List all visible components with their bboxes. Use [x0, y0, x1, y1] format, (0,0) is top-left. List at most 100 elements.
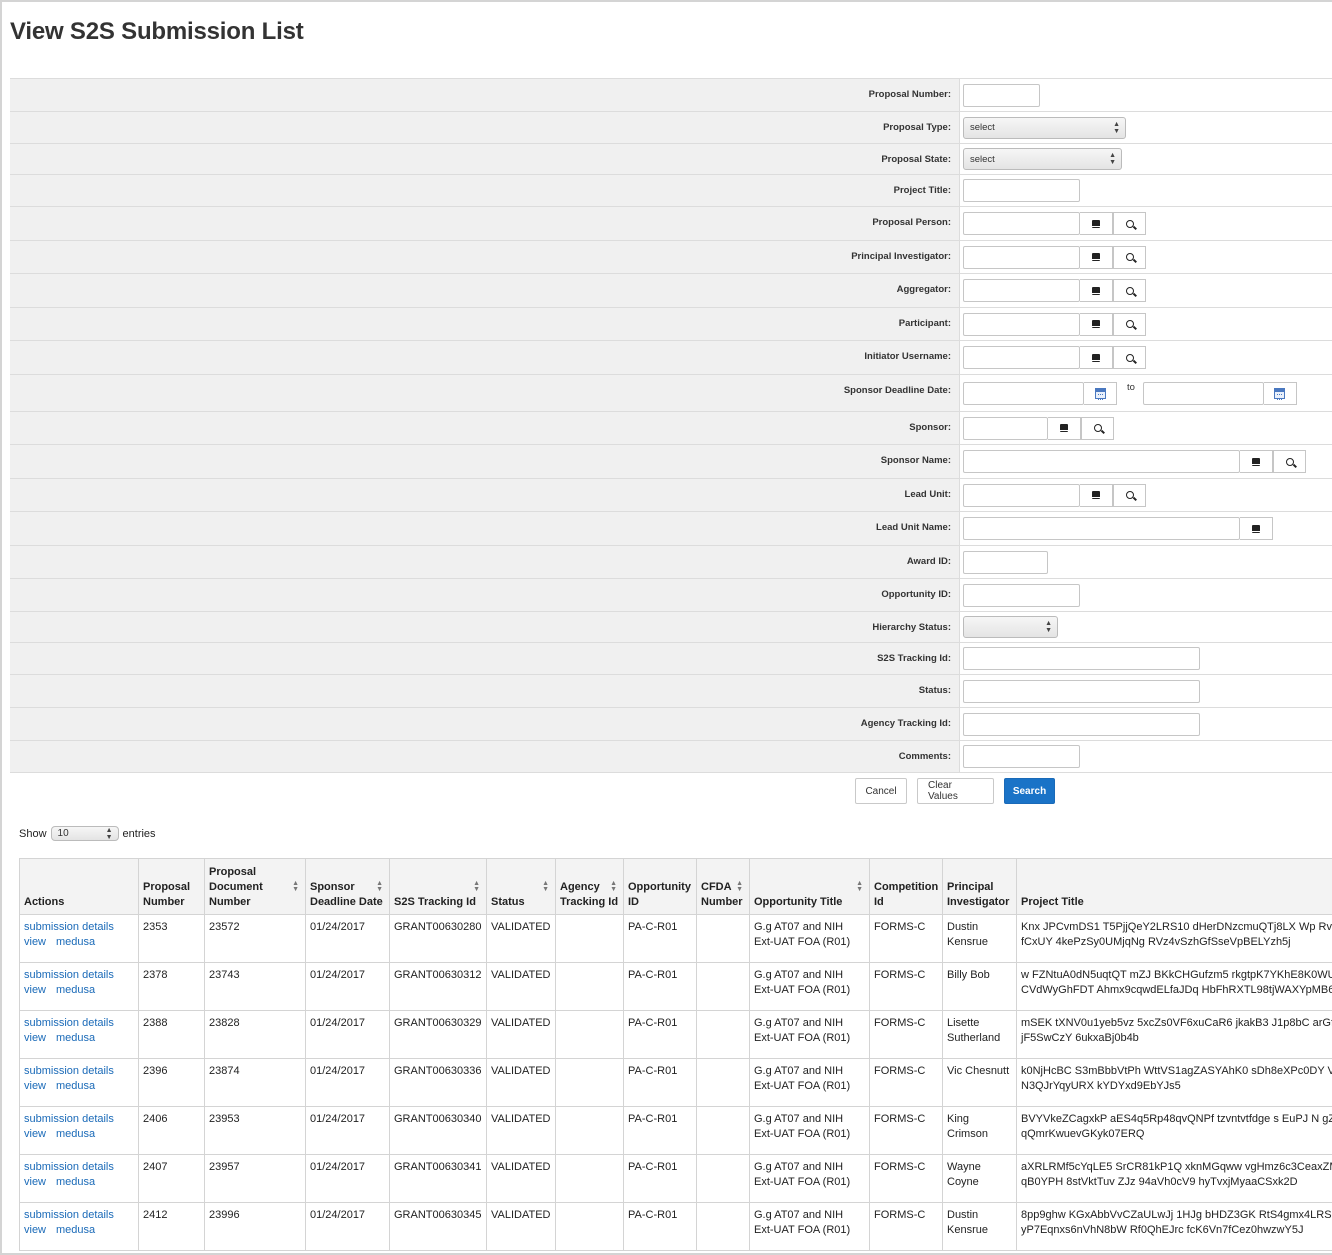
proposal-type-select[interactable]: select ▲ ▼ [963, 116, 1126, 139]
aggregator-input[interactable] [963, 279, 1080, 302]
aggregator-lookup-button[interactable] [1080, 279, 1113, 302]
deadline-from-input[interactable] [963, 381, 1084, 405]
col-principal-investigator[interactable]: Principal Investigator [942, 858, 1017, 915]
view-link[interactable]: view [24, 1032, 46, 1044]
medusa-link[interactable]: medusa [56, 984, 95, 996]
principal-investigator-input[interactable] [963, 245, 1080, 269]
col-proposal-document-number[interactable]: Proposal Document Number ▲ ▼ [204, 858, 306, 915]
aggregator-search-button[interactable] [1113, 279, 1146, 302]
col-sponsor-deadline-date[interactable]: Sponsor Deadline Date ▲ ▼ [305, 858, 390, 915]
lead-unit-name-input[interactable] [963, 517, 1240, 540]
row-proposal-type: Proposal Type: select ▲ ▼ [10, 112, 1332, 144]
view-link[interactable]: view [24, 936, 46, 948]
submission-details-link[interactable]: submission details [24, 921, 114, 933]
select-arrows-icon: ▲ ▼ [105, 826, 113, 841]
search-icon [1125, 320, 1134, 328]
deadline-from-calendar-button[interactable] [1084, 381, 1117, 405]
initiator-username-input[interactable] [963, 346, 1080, 369]
lead-unit-input[interactable] [963, 483, 1080, 507]
search-button[interactable]: Search [1004, 778, 1055, 804]
participant-lookup-button[interactable] [1080, 312, 1113, 336]
view-link[interactable]: view [24, 1224, 46, 1236]
lead-unit-search-button[interactable] [1113, 483, 1146, 507]
medusa-link[interactable]: medusa [56, 1080, 95, 1092]
proposal-number-input[interactable] [963, 83, 1040, 107]
submission-details-link[interactable]: submission details [24, 1209, 114, 1221]
lead-unit-lookup-button[interactable] [1080, 483, 1113, 507]
initiator-username-search-button[interactable] [1113, 346, 1146, 369]
submission-details-link[interactable]: submission details [24, 969, 114, 981]
medusa-link[interactable]: medusa [56, 1176, 95, 1188]
row-lead-unit: Lead Unit: [10, 479, 1332, 512]
form-actions: Cancel Clear Values Search [855, 778, 1055, 804]
sponsor-name-lookup-button[interactable] [1240, 450, 1273, 473]
opportunity-title-cell: G.g AT07 and NIH Ext-UAT FOA (R01) [749, 962, 870, 1011]
deadline-to-input[interactable] [1142, 381, 1264, 405]
award-id-input[interactable] [963, 550, 1048, 574]
award-id-label: Award ID: [10, 546, 960, 578]
col-opportunity-id[interactable]: Opportunity ID [623, 858, 697, 915]
sponsor-input[interactable] [963, 416, 1048, 440]
status-cell: VALIDATED [486, 1010, 556, 1059]
lead-unit-name-lookup-button[interactable] [1240, 517, 1273, 540]
deadline-cell: 01/24/2017 [305, 1010, 390, 1059]
page-length-value: 10 [57, 828, 69, 839]
agency-tracking-id-input[interactable] [963, 712, 1200, 736]
medusa-link[interactable]: medusa [56, 1032, 95, 1044]
view-link[interactable]: view [24, 1080, 46, 1092]
sponsor-search-button[interactable] [1081, 416, 1114, 440]
principal-investigator-lookup-button[interactable] [1080, 245, 1113, 269]
col-competition-id[interactable]: Competition Id [869, 858, 943, 915]
actions-cell: submission details view medusa [19, 962, 139, 1011]
table-row: submission details view medusa 2396 23874 01/… [19, 1058, 1332, 1107]
initiator-username-lookup-button[interactable] [1080, 346, 1113, 369]
sort-icon: ▲ ▼ [292, 880, 299, 893]
participant-search-button[interactable] [1113, 312, 1146, 336]
status-input[interactable] [963, 679, 1200, 703]
proposal-person-input[interactable] [963, 212, 1080, 235]
agency-tracking-id-label: Agency Tracking Id: [10, 708, 960, 740]
submission-details-link[interactable]: submission details [24, 1161, 114, 1173]
aggregator-label: Aggregator: [10, 274, 960, 307]
proposal-number-cell: 2407 [138, 1154, 205, 1203]
view-link[interactable]: view [24, 984, 46, 996]
project-title-cell: k0NjHcBC S3mBbbVtPh WttVS1agZASYAhK0 sDh… [1016, 1058, 1332, 1107]
cancel-button[interactable]: Cancel [855, 778, 907, 804]
proposal-state-select[interactable]: select ▲ ▼ [963, 148, 1122, 170]
sponsor-name-search-button[interactable] [1273, 450, 1306, 473]
participant-input[interactable] [963, 312, 1080, 336]
project-title-cell: aXRLRMf5cYqLE5 SrCR81kP1Q xknMGqww vgHmz… [1016, 1154, 1332, 1203]
col-agency-tracking-id[interactable]: Agency Tracking Id ▲ ▼ [555, 858, 624, 915]
col-project-title[interactable]: Project Title [1016, 858, 1332, 915]
col-proposal-number[interactable]: Proposal Number [138, 858, 205, 915]
view-link[interactable]: view [24, 1176, 46, 1188]
tracking-id-cell: GRANT00630336 [389, 1058, 487, 1107]
submission-details-link[interactable]: submission details [24, 1113, 114, 1125]
submission-details-link[interactable]: submission details [24, 1065, 114, 1077]
proposal-person-search-button[interactable] [1113, 212, 1146, 235]
principal-investigator-search-button[interactable] [1113, 245, 1146, 269]
submission-details-link[interactable]: submission details [24, 1017, 114, 1029]
view-link[interactable]: view [24, 1128, 46, 1140]
col-opportunity-title[interactable]: Opportunity Title ▲ ▼ [749, 858, 870, 915]
competition-id-cell: FORMS-C [869, 1106, 943, 1155]
opportunity-id-input[interactable] [963, 583, 1080, 607]
clear-values-button[interactable]: Clear Values [917, 778, 994, 804]
medusa-link[interactable]: medusa [56, 1224, 95, 1236]
medusa-link[interactable]: medusa [56, 936, 95, 948]
col-s2s-tracking-id[interactable]: S2S Tracking Id ▲ ▼ [389, 858, 487, 915]
medusa-link[interactable]: medusa [56, 1128, 95, 1140]
proposal-person-lookup-button[interactable] [1080, 212, 1113, 235]
competition-id-cell: FORMS-C [869, 1058, 943, 1107]
document-number-cell: 23957 [204, 1154, 306, 1203]
sponsor-lookup-button[interactable] [1048, 416, 1081, 440]
col-cfda-number[interactable]: CFDA Number ▲ ▼ [696, 858, 750, 915]
col-status[interactable]: Status ▲ ▼ [486, 858, 556, 915]
hierarchy-status-select[interactable]: ▲ ▼ [963, 616, 1058, 638]
page-length-select[interactable]: 10 ▲ ▼ [50, 826, 119, 841]
deadline-to-calendar-button[interactable] [1263, 381, 1297, 405]
s2s-tracking-id-input[interactable] [963, 647, 1200, 670]
sponsor-name-input[interactable] [963, 450, 1240, 473]
project-title-input[interactable] [963, 179, 1080, 202]
comments-input[interactable] [963, 745, 1080, 768]
